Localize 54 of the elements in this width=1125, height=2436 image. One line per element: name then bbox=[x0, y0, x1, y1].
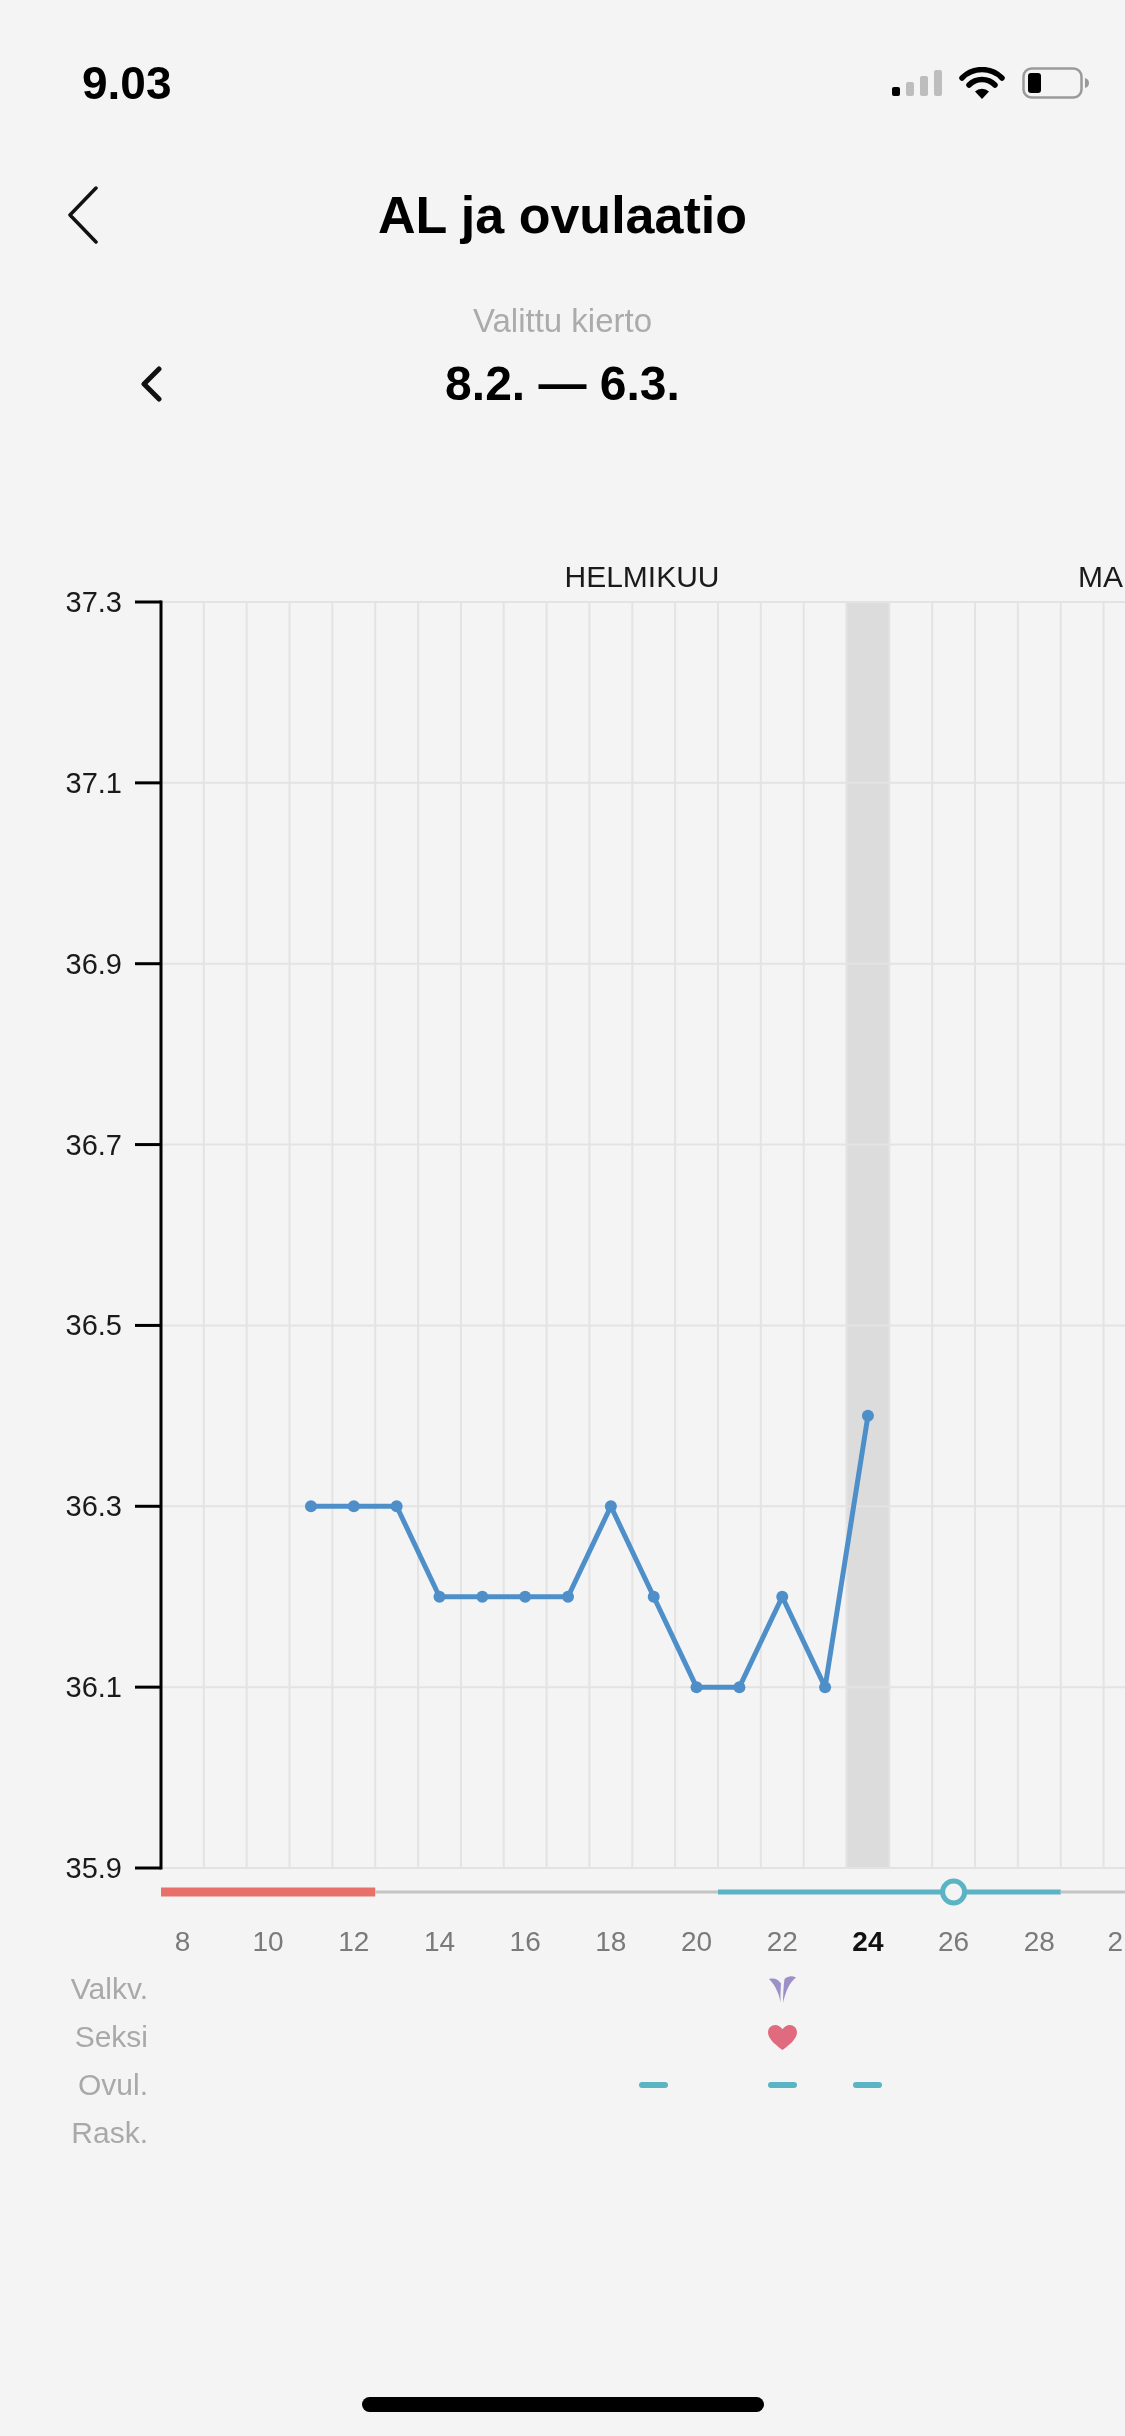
data-point bbox=[690, 1681, 703, 1694]
dash-icon bbox=[853, 2082, 883, 2088]
x-tick-label: 10 bbox=[252, 1926, 284, 1957]
y-tick-label: 36.5 bbox=[65, 1309, 122, 1342]
x-tick-label: 16 bbox=[509, 1926, 541, 1957]
x-tick-label: 2 bbox=[1107, 1926, 1123, 1957]
data-point bbox=[604, 1500, 617, 1513]
y-tick-label: 36.1 bbox=[65, 1671, 122, 1704]
x-tick-label: 28 bbox=[1023, 1926, 1055, 1957]
dash-icon bbox=[639, 2082, 669, 2088]
dash-icon bbox=[767, 2082, 797, 2088]
month-label: HELMIKUU bbox=[564, 560, 720, 593]
data-point bbox=[776, 1590, 789, 1603]
data-point bbox=[861, 1409, 874, 1422]
x-tick-label: 26 bbox=[938, 1926, 970, 1957]
heart-icon bbox=[766, 2023, 798, 2051]
data-point bbox=[347, 1500, 360, 1513]
wifi-icon bbox=[959, 66, 1005, 100]
y-tick-label: 36.7 bbox=[65, 1128, 122, 1161]
flower-icon bbox=[767, 1974, 798, 2004]
x-tick-label: 22 bbox=[766, 1926, 798, 1957]
data-point bbox=[647, 1590, 660, 1603]
row-label: Seksi bbox=[73, 2022, 148, 2052]
data-point bbox=[519, 1590, 532, 1603]
y-tick-label: 36.3 bbox=[65, 1490, 122, 1523]
y-tick-label: 35.9 bbox=[65, 1852, 122, 1884]
data-point bbox=[390, 1500, 403, 1513]
status-time: 9.03 bbox=[82, 60, 172, 106]
x-tick-label: 12 bbox=[338, 1926, 370, 1957]
y-tick-label: 37.3 bbox=[65, 586, 122, 618]
data-point bbox=[819, 1681, 832, 1694]
chevron-left-icon bbox=[68, 186, 98, 244]
row-label: Rask. bbox=[70, 2118, 148, 2148]
x-tick-label: 20 bbox=[681, 1926, 713, 1957]
x-tick-label: 24 bbox=[852, 1926, 884, 1957]
cycle-label: Valittu kierto bbox=[472, 301, 653, 341]
y-tick-label: 37.1 bbox=[65, 766, 122, 799]
data-point bbox=[562, 1590, 574, 1603]
battery-icon bbox=[1022, 67, 1090, 99]
x-tick-label: 14 bbox=[423, 1926, 456, 1957]
data-point bbox=[733, 1681, 746, 1694]
row-label: Valkv. bbox=[69, 1974, 148, 2004]
row-label: Ovul. bbox=[76, 2070, 148, 2100]
month-label: MA bbox=[1078, 560, 1123, 593]
y-tick-label: 36.9 bbox=[65, 947, 122, 980]
x-tick-label: 8 bbox=[174, 1926, 191, 1957]
x-tick-label: 18 bbox=[595, 1926, 627, 1957]
chevron-left-icon bbox=[140, 366, 162, 402]
data-point bbox=[433, 1590, 446, 1603]
ring-icon bbox=[940, 1878, 968, 1906]
cycle-range: 8.2. — 6.3. bbox=[445, 360, 680, 408]
data-point bbox=[476, 1590, 489, 1603]
signal-icon bbox=[892, 70, 942, 96]
data-point bbox=[304, 1500, 317, 1513]
